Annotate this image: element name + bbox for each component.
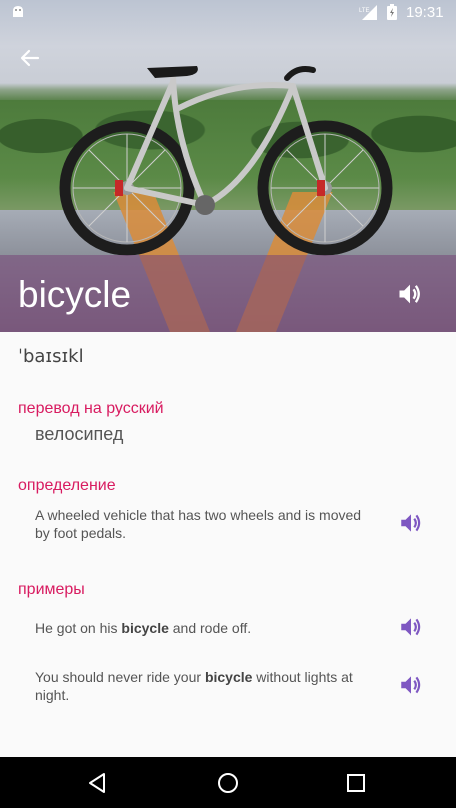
word-title: bicycle — [18, 274, 132, 315]
navigation-bar — [0, 757, 456, 808]
status-time: 19:31 — [406, 4, 444, 21]
translation-value: велосипед — [35, 424, 124, 444]
transcription: ˈbaɪsɪkl — [18, 346, 84, 367]
svg-text:LTE: LTE — [359, 8, 370, 14]
android-icon — [13, 6, 23, 17]
definition-speaker-icon[interactable] — [398, 510, 424, 536]
examples-label: примеры — [18, 581, 85, 598]
recents-square-icon[interactable] — [342, 769, 370, 797]
example-item: You should never ride your bicycle witho… — [35, 669, 353, 703]
arrow-left-icon[interactable] — [14, 42, 46, 74]
translation-label: перевод на русский — [18, 400, 164, 417]
battery-icon — [387, 4, 397, 20]
bicycle-illustration — [59, 66, 393, 256]
lte-signal-icon: LTE — [359, 5, 377, 20]
speaker-icon[interactable] — [396, 280, 424, 308]
definition-label: определение — [18, 477, 116, 494]
example-item: He got on his bicycle and rode off. — [35, 620, 252, 636]
back-triangle-icon[interactable] — [84, 769, 112, 797]
definition-text: A wheeled vehicle that has two wheels an… — [35, 507, 362, 541]
word-details: ˈbaɪsɪkl перевод на русский велосипед оп… — [0, 332, 456, 757]
example-1-speaker-icon[interactable] — [398, 614, 424, 640]
example-2-speaker-icon[interactable] — [398, 672, 424, 698]
home-circle-icon[interactable] — [214, 769, 242, 797]
status-bar: LTE 19:31 — [0, 0, 456, 24]
